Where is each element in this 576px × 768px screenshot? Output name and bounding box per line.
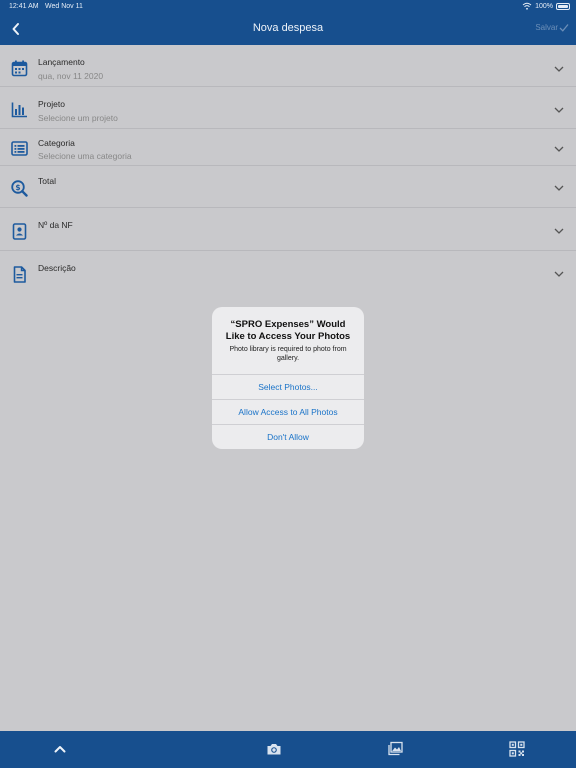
qr-code-icon[interactable] <box>509 741 525 757</box>
chevron-down-icon <box>554 66 564 72</box>
chevron-left-icon[interactable] <box>8 19 26 39</box>
chevron-down-icon <box>554 271 564 277</box>
chevron-down-icon <box>554 107 564 113</box>
status-date: Wed Nov 11 <box>45 3 83 10</box>
chevron-down-icon <box>554 228 564 234</box>
svg-text:$: $ <box>15 183 20 192</box>
bar-chart-icon <box>11 102 27 118</box>
status-bar: 12:41 AM Wed Nov 11 100% <box>0 0 576 14</box>
battery-icon <box>556 2 570 10</box>
chevron-down-icon <box>554 146 564 152</box>
chevron-down-icon <box>554 185 564 191</box>
field-value: qua, nov 11 2020 <box>38 71 104 81</box>
field-value: Selecione uma categoria <box>38 151 132 161</box>
field-label: Projeto <box>38 99 65 109</box>
select-photos-button[interactable]: Select Photos... <box>212 374 364 399</box>
nav-bar: Nova despesa Salvar <box>0 14 576 45</box>
field-value: Selecione um projeto <box>38 113 118 123</box>
list-icon <box>11 141 28 156</box>
field-projeto[interactable]: Projeto Selecione um projeto <box>0 87 576 129</box>
save-button[interactable]: Salvar <box>535 23 569 32</box>
alert-message: Photo library is required to photo from … <box>229 346 347 362</box>
field-label: Lançamento <box>38 57 85 67</box>
allow-all-photos-button[interactable]: Allow Access to All Photos <box>212 399 364 424</box>
field-label: Descrição <box>38 263 76 273</box>
status-right: 100% <box>522 2 570 10</box>
money-search-icon: $ <box>11 180 28 197</box>
id-card-icon <box>12 223 27 240</box>
alert-title: “SPRO Expenses” Would Like to Access You… <box>225 319 351 342</box>
photo-permission-alert: “SPRO Expenses” Would Like to Access You… <box>212 307 364 449</box>
bottom-toolbar <box>0 731 576 768</box>
chevron-up-icon[interactable] <box>52 741 68 757</box>
save-label: Salvar <box>535 23 558 32</box>
field-label: Total <box>38 176 56 186</box>
field-descricao[interactable]: Descrição <box>0 251 576 295</box>
field-lancamento[interactable]: Lançamento qua, nov 11 2020 <box>0 45 576 87</box>
field-total[interactable]: $ Total <box>0 166 576 208</box>
dont-allow-button[interactable]: Don't Allow <box>212 424 364 449</box>
battery-percent: 100% <box>535 2 553 10</box>
page-title: Nova despesa <box>252 22 324 34</box>
calendar-icon <box>11 60 28 77</box>
wifi-icon <box>522 2 532 10</box>
document-icon <box>13 266 26 283</box>
field-nf[interactable]: Nº da NF <box>0 208 576 251</box>
field-categoria[interactable]: Categoria Selecione uma categoria <box>0 129 576 166</box>
field-label: Categoria <box>38 138 75 148</box>
field-label: Nº da NF <box>38 220 73 230</box>
camera-icon[interactable] <box>266 741 282 757</box>
status-time: 12:41 AM <box>9 3 39 10</box>
checkmark-icon <box>559 24 569 32</box>
gallery-icon[interactable] <box>387 741 403 757</box>
